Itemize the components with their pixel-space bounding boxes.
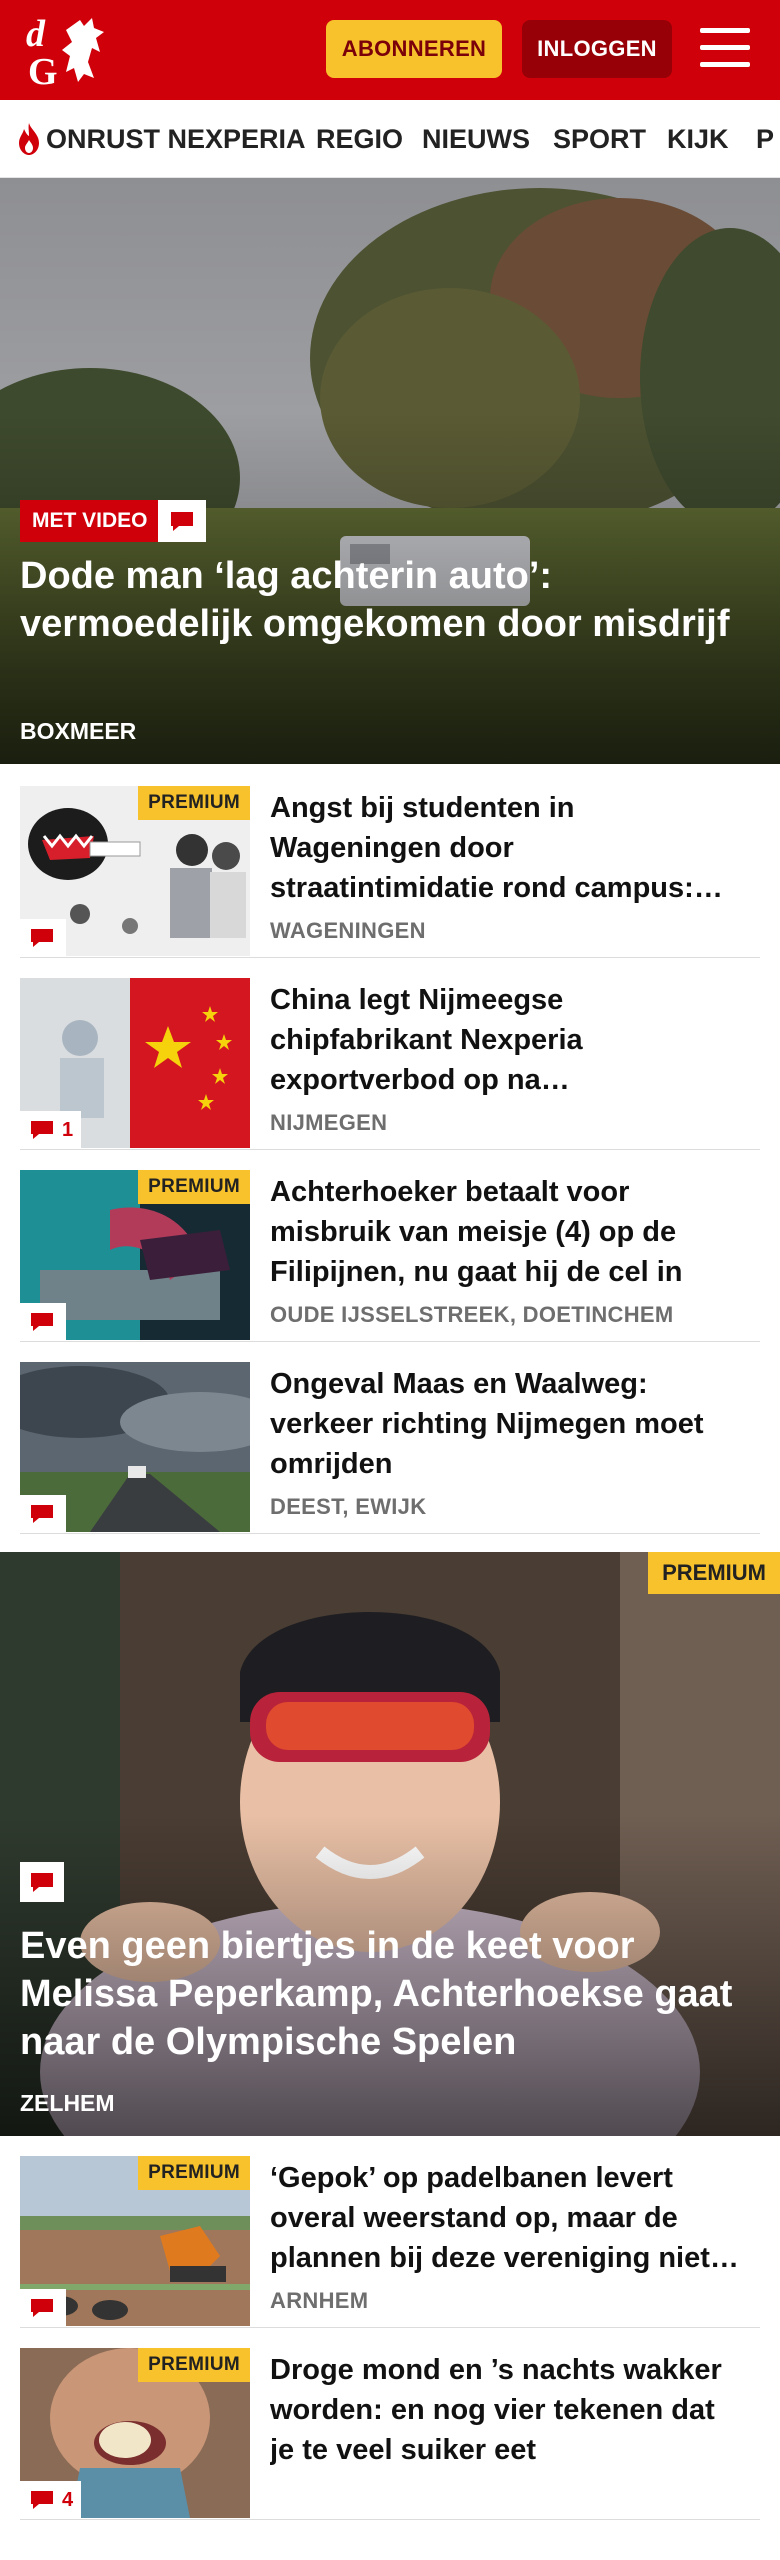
premium-badge: PREMIUM: [648, 1552, 780, 1594]
comment-chip[interactable]: 4: [20, 2481, 82, 2519]
comment-chip: [20, 1303, 66, 1341]
article-title[interactable]: Achterhoeker betaalt voor misbruik van m…: [270, 1172, 740, 1292]
hero-title[interactable]: Dode man ‘lag achterin auto’: vermoedeli…: [20, 552, 760, 648]
article-location: ARNHEM: [270, 2288, 369, 2313]
feature-title[interactable]: Even geen biertjes in de keet voor Melis…: [20, 1922, 760, 2066]
article-item[interactable]: PREMIUM Angst bij studenten in Wageninge…: [20, 786, 760, 958]
brand-logo[interactable]: d G: [22, 12, 114, 93]
premium-badge: PREMIUM: [138, 2348, 250, 2382]
article-location: WAGENINGEN: [270, 918, 426, 943]
nav-item-sport[interactable]: SPORT: [553, 100, 646, 177]
comment-icon: [20, 1862, 64, 1902]
comment-count: 1: [62, 1118, 74, 1141]
comment-chip: [20, 919, 66, 957]
video-badge: MET VIDEO: [20, 500, 160, 542]
article-item[interactable]: 1 China legt Nijmeegse chipfabrikant Nex…: [20, 978, 760, 1150]
section-nav: ONRUST NEXPERIA REGIO NIEUWS SPORT KIJK …: [0, 100, 780, 178]
svg-text:G: G: [28, 51, 58, 88]
article-location: OUDE IJSSELSTREEK, DOETINCHEM: [270, 1302, 674, 1327]
feature-article[interactable]: PREMIUM Even geen biertjes in de keet vo…: [0, 1552, 780, 2136]
comment-icon: [31, 1313, 53, 1331]
comment-chip: [20, 2289, 66, 2327]
comment-chip: [20, 1495, 66, 1533]
premium-badge: PREMIUM: [138, 1170, 250, 1204]
article-location: DEEST, EWIJK: [270, 1494, 427, 1519]
login-button[interactable]: INLOGGEN: [522, 20, 672, 78]
article-title[interactable]: ‘Gepok’ op padelbanen levert overal weer…: [270, 2158, 740, 2278]
comment-icon: [31, 2491, 53, 2509]
nav-item-kijk[interactable]: KIJK: [667, 100, 729, 177]
comment-icon: [158, 500, 206, 542]
hero-article[interactable]: MET VIDEO Dode man ‘lag achterin auto’: …: [0, 178, 780, 764]
article-item[interactable]: PREMIUM Achterhoeker betaalt voor misbru…: [20, 1170, 760, 1342]
comment-icon: [31, 2299, 53, 2317]
comment-icon: [31, 1505, 53, 1523]
comment-icon: [31, 929, 53, 947]
premium-badge: PREMIUM: [138, 786, 250, 820]
comment-count: 4: [62, 2488, 74, 2511]
hero-location: BOXMEER: [20, 718, 137, 744]
feature-location: ZELHEM: [20, 2090, 115, 2116]
hero-overlay: [0, 178, 780, 764]
subscribe-button[interactable]: ABONNEREN: [326, 20, 502, 78]
article-title[interactable]: Droge mond en ’s nachts wakker worden: e…: [270, 2350, 740, 2470]
nav-item-partial[interactable]: P: [756, 100, 774, 177]
hamburger-menu-icon[interactable]: [700, 24, 754, 72]
comment-chip[interactable]: 1: [20, 1111, 82, 1149]
article-item[interactable]: PREMIUM ‘Gepok’ op padelbanen levert ove…: [20, 2156, 760, 2328]
article-item[interactable]: PREMIUM 4 Droge mond en ’s nachts wakker…: [20, 2348, 760, 2520]
article-title[interactable]: Ongeval Maas en Waalweg: verkeer richtin…: [270, 1364, 740, 1484]
svg-text:d: d: [26, 13, 46, 55]
nav-item-onrust-nexperia[interactable]: ONRUST NEXPERIA: [16, 100, 306, 177]
article-location: NIJMEGEN: [270, 1110, 388, 1135]
nav-label: ONRUST NEXPERIA: [46, 123, 306, 154]
nav-item-regio[interactable]: REGIO: [316, 100, 403, 177]
top-header: d G ABONNEREN INLOGGEN: [0, 0, 780, 100]
flame-icon: [19, 123, 39, 155]
nav-item-nieuws[interactable]: NIEUWS: [422, 100, 530, 177]
article-item[interactable]: Ongeval Maas en Waalweg: verkeer richtin…: [20, 1362, 760, 1534]
article-title[interactable]: China legt Nijmeegse chipfabrikant Nexpe…: [270, 980, 740, 1100]
comment-icon: [31, 1121, 53, 1139]
premium-badge: PREMIUM: [138, 2156, 250, 2190]
article-title[interactable]: Angst bij studenten in Wageningen door s…: [270, 788, 740, 908]
